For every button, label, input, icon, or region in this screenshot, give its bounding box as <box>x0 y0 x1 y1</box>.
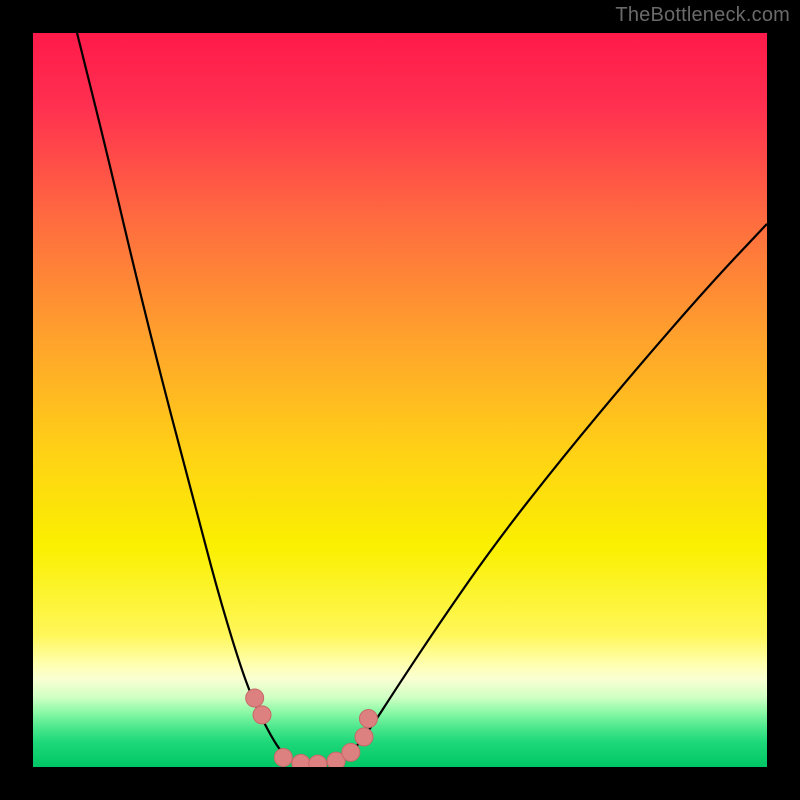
curve-markers <box>246 689 378 767</box>
marker-dot <box>355 728 373 746</box>
marker-dot <box>274 748 292 766</box>
marker-dot <box>309 755 327 767</box>
bottleneck-curve <box>33 33 767 767</box>
curve-line <box>77 33 767 764</box>
attribution-label: TheBottleneck.com <box>615 0 800 27</box>
marker-dot <box>342 743 360 761</box>
marker-dot <box>246 689 264 707</box>
marker-dot <box>253 706 271 724</box>
plot-area <box>33 33 767 767</box>
marker-dot <box>359 710 377 728</box>
marker-dot <box>292 754 310 767</box>
outer-frame: TheBottleneck.com <box>0 0 800 800</box>
